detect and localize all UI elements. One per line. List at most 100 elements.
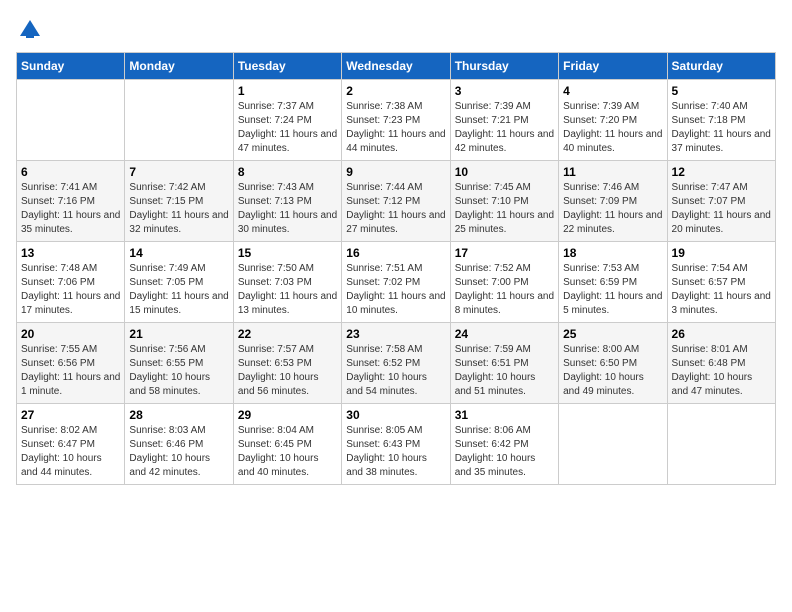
calendar-cell: 22 Sunrise: 7:57 AM Sunset: 6:53 PM Dayli… — [233, 323, 341, 404]
day-number: 31 — [455, 408, 554, 422]
day-info: Sunrise: 8:02 AM Sunset: 6:47 PM Dayligh… — [21, 424, 120, 480]
day-number: 15 — [238, 246, 337, 260]
calendar-cell: 3 Sunrise: 7:39 AM Sunset: 7:21 PM Daylig… — [450, 80, 558, 161]
header-saturday: Saturday — [667, 53, 775, 80]
header-wednesday: Wednesday — [342, 53, 450, 80]
header-thursday: Thursday — [450, 53, 558, 80]
day-info: Sunrise: 7:52 AM Sunset: 7:00 PM Dayligh… — [455, 262, 554, 318]
calendar-cell: 23Sunrise: 7:58 AM Sunset: 6:52 PM Dayli… — [342, 323, 450, 404]
day-info: Sunrise: 8:00 AM Sunset: 6:50 PM Dayligh… — [563, 343, 662, 399]
days-header-row: SundayMondayTuesdayWednesdayThursdayFrid… — [17, 53, 776, 80]
week-row-4: 20 Sunrise: 7:55 AM Sunset: 6:56 PM Dayli… — [17, 323, 776, 404]
day-number: 6 — [21, 165, 120, 179]
day-info: Sunrise: 7:45 AM Sunset: 7:10 PM Dayligh… — [455, 181, 554, 237]
calendar-cell: 28 Sunrise: 8:03 AM Sunset: 6:46 PM Dayli… — [125, 404, 233, 485]
calendar-cell: 1Sunrise: 7:37 AM Sunset: 7:24 PM Daylig… — [233, 80, 341, 161]
day-info: Sunrise: 8:06 AM Sunset: 6:42 PM Dayligh… — [455, 424, 554, 480]
day-number: 9 — [346, 165, 445, 179]
day-info: Sunrise: 7:43 AM Sunset: 7:13 PM Dayligh… — [238, 181, 337, 237]
day-number: 14 — [129, 246, 228, 260]
day-info: Sunrise: 7:57 AM Sunset: 6:53 PM Dayligh… — [238, 343, 337, 399]
day-number: 8 — [238, 165, 337, 179]
calendar-cell: 18 Sunrise: 7:53 AM Sunset: 6:59 PM Dayli… — [559, 242, 667, 323]
header-tuesday: Tuesday — [233, 53, 341, 80]
calendar-cell: 29 Sunrise: 8:04 AM Sunset: 6:45 PM Dayli… — [233, 404, 341, 485]
day-info: Sunrise: 7:51 AM Sunset: 7:02 PM Dayligh… — [346, 262, 445, 318]
day-number: 13 — [21, 246, 120, 260]
logo-icon — [16, 16, 44, 44]
day-number: 28 — [129, 408, 228, 422]
day-number: 27 — [21, 408, 120, 422]
calendar-cell: 15 Sunrise: 7:50 AM Sunset: 7:03 PM Dayli… — [233, 242, 341, 323]
week-row-1: 1Sunrise: 7:37 AM Sunset: 7:24 PM Daylig… — [17, 80, 776, 161]
day-info: Sunrise: 8:05 AM Sunset: 6:43 PM Dayligh… — [346, 424, 445, 480]
day-number: 22 — [238, 327, 337, 341]
calendar-cell: 7 Sunrise: 7:42 AM Sunset: 7:15 PM Daylig… — [125, 161, 233, 242]
day-number: 12 — [672, 165, 771, 179]
day-number: 21 — [129, 327, 228, 341]
calendar-cell: 19 Sunrise: 7:54 AM Sunset: 6:57 PM Dayli… — [667, 242, 775, 323]
day-info: Sunrise: 7:41 AM Sunset: 7:16 PM Dayligh… — [21, 181, 120, 237]
day-number: 7 — [129, 165, 228, 179]
day-info: Sunrise: 7:59 AM Sunset: 6:51 PM Dayligh… — [455, 343, 554, 399]
day-number: 11 — [563, 165, 662, 179]
week-row-3: 13 Sunrise: 7:48 AM Sunset: 7:06 PM Dayli… — [17, 242, 776, 323]
calendar-cell — [559, 404, 667, 485]
day-info: Sunrise: 7:48 AM Sunset: 7:06 PM Dayligh… — [21, 262, 120, 318]
calendar-cell: 16Sunrise: 7:51 AM Sunset: 7:02 PM Dayli… — [342, 242, 450, 323]
day-info: Sunrise: 7:42 AM Sunset: 7:15 PM Dayligh… — [129, 181, 228, 237]
week-row-5: 27 Sunrise: 8:02 AM Sunset: 6:47 PM Dayli… — [17, 404, 776, 485]
day-info: Sunrise: 7:38 AM Sunset: 7:23 PM Dayligh… — [346, 100, 445, 156]
day-info: Sunrise: 7:44 AM Sunset: 7:12 PM Dayligh… — [346, 181, 445, 237]
calendar-cell — [667, 404, 775, 485]
day-info: Sunrise: 8:03 AM Sunset: 6:46 PM Dayligh… — [129, 424, 228, 480]
day-number: 3 — [455, 84, 554, 98]
day-number: 29 — [238, 408, 337, 422]
calendar-cell: 27 Sunrise: 8:02 AM Sunset: 6:47 PM Dayli… — [17, 404, 125, 485]
day-number: 17 — [455, 246, 554, 260]
calendar-cell: 13 Sunrise: 7:48 AM Sunset: 7:06 PM Dayli… — [17, 242, 125, 323]
day-info: Sunrise: 7:39 AM Sunset: 7:20 PM Dayligh… — [563, 100, 662, 156]
day-number: 23 — [346, 327, 445, 341]
header — [16, 16, 776, 44]
calendar-cell: 30Sunrise: 8:05 AM Sunset: 6:43 PM Dayli… — [342, 404, 450, 485]
calendar-cell: 6 Sunrise: 7:41 AM Sunset: 7:16 PM Daylig… — [17, 161, 125, 242]
calendar-table: SundayMondayTuesdayWednesdayThursdayFrid… — [16, 52, 776, 485]
day-info: Sunrise: 7:49 AM Sunset: 7:05 PM Dayligh… — [129, 262, 228, 318]
calendar-cell: 8 Sunrise: 7:43 AM Sunset: 7:13 PM Daylig… — [233, 161, 341, 242]
calendar-cell: 24 Sunrise: 7:59 AM Sunset: 6:51 PM Dayli… — [450, 323, 558, 404]
day-info: Sunrise: 8:01 AM Sunset: 6:48 PM Dayligh… — [672, 343, 771, 399]
day-number: 4 — [563, 84, 662, 98]
day-info: Sunrise: 7:56 AM Sunset: 6:55 PM Dayligh… — [129, 343, 228, 399]
day-info: Sunrise: 7:53 AM Sunset: 6:59 PM Dayligh… — [563, 262, 662, 318]
calendar-cell: 21 Sunrise: 7:56 AM Sunset: 6:55 PM Dayli… — [125, 323, 233, 404]
calendar-cell: 9 Sunrise: 7:44 AM Sunset: 7:12 PM Daylig… — [342, 161, 450, 242]
day-info: Sunrise: 7:40 AM Sunset: 7:18 PM Dayligh… — [672, 100, 771, 156]
day-number: 18 — [563, 246, 662, 260]
day-number: 24 — [455, 327, 554, 341]
header-sunday: Sunday — [17, 53, 125, 80]
day-info: Sunrise: 7:54 AM Sunset: 6:57 PM Dayligh… — [672, 262, 771, 318]
calendar-cell: 17 Sunrise: 7:52 AM Sunset: 7:00 PM Dayli… — [450, 242, 558, 323]
calendar-cell: 5Sunrise: 7:40 AM Sunset: 7:18 PM Daylig… — [667, 80, 775, 161]
header-friday: Friday — [559, 53, 667, 80]
day-info: Sunrise: 8:04 AM Sunset: 6:45 PM Dayligh… — [238, 424, 337, 480]
day-number: 10 — [455, 165, 554, 179]
calendar-cell: 31 Sunrise: 8:06 AM Sunset: 6:42 PM Dayli… — [450, 404, 558, 485]
calendar-cell: 11 Sunrise: 7:46 AM Sunset: 7:09 PM Dayli… — [559, 161, 667, 242]
day-info: Sunrise: 7:50 AM Sunset: 7:03 PM Dayligh… — [238, 262, 337, 318]
calendar-cell — [125, 80, 233, 161]
day-number: 1 — [238, 84, 337, 98]
day-info: Sunrise: 7:39 AM Sunset: 7:21 PM Dayligh… — [455, 100, 554, 156]
day-number: 26 — [672, 327, 771, 341]
calendar-cell: 26 Sunrise: 8:01 AM Sunset: 6:48 PM Dayli… — [667, 323, 775, 404]
day-number: 19 — [672, 246, 771, 260]
day-info: Sunrise: 7:47 AM Sunset: 7:07 PM Dayligh… — [672, 181, 771, 237]
day-number: 25 — [563, 327, 662, 341]
day-number: 20 — [21, 327, 120, 341]
calendar-cell — [17, 80, 125, 161]
day-info: Sunrise: 7:46 AM Sunset: 7:09 PM Dayligh… — [563, 181, 662, 237]
day-info: Sunrise: 7:55 AM Sunset: 6:56 PM Dayligh… — [21, 343, 120, 399]
calendar-cell: 10 Sunrise: 7:45 AM Sunset: 7:10 PM Dayli… — [450, 161, 558, 242]
calendar-cell: 12 Sunrise: 7:47 AM Sunset: 7:07 PM Dayli… — [667, 161, 775, 242]
